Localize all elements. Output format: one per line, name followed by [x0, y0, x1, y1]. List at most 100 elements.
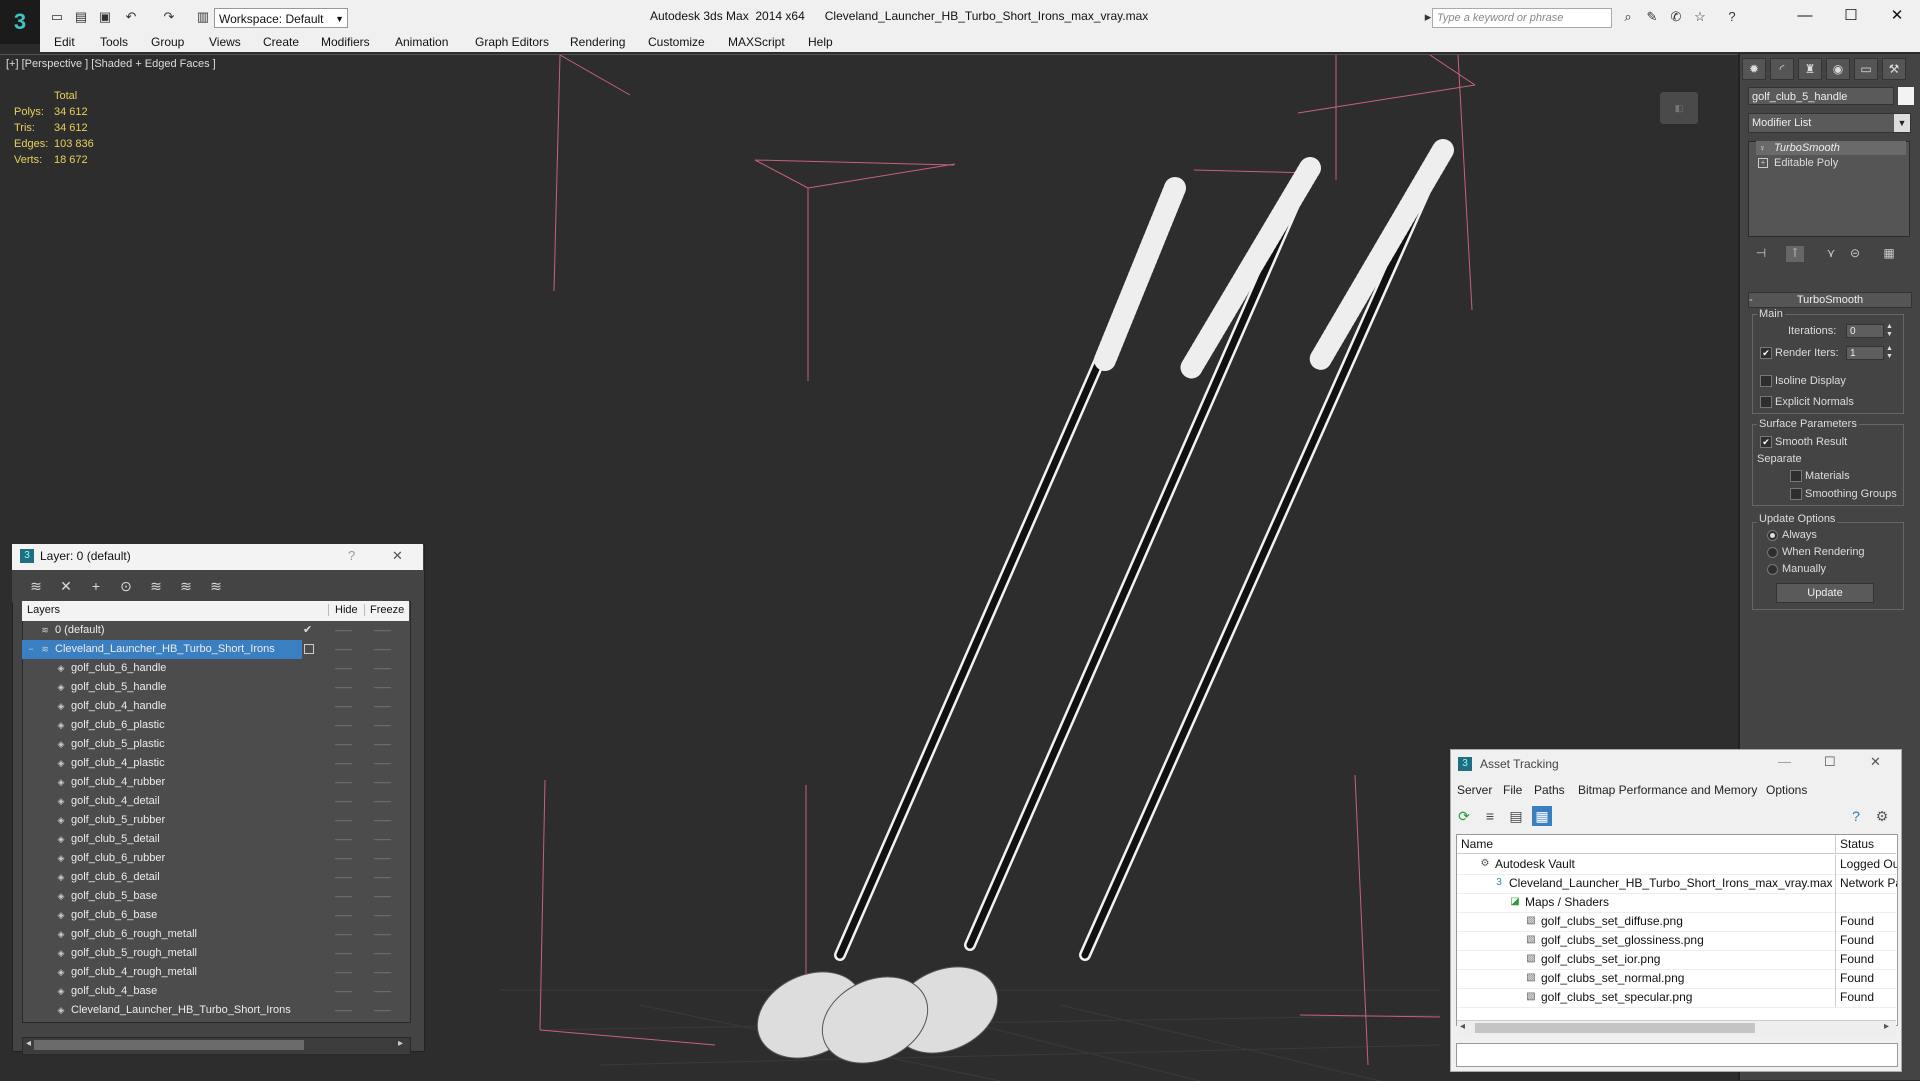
hide-toggle[interactable]: ––––: [335, 1001, 352, 1020]
make-current-box-icon[interactable]: [304, 644, 314, 654]
asset-menu-options[interactable]: Options: [1766, 783, 1807, 797]
freeze-toggle[interactable]: ––––: [374, 944, 391, 963]
iterations-spinner[interactable]: 0: [1846, 324, 1884, 338]
hide-toggle[interactable]: ––––: [335, 982, 352, 1001]
hide-toggle[interactable]: ––––: [335, 659, 352, 678]
asset-maximize-button[interactable]: ☐: [1824, 754, 1836, 770]
turbosmooth-rollout-header[interactable]: TurboSmooth: [1748, 292, 1912, 308]
modify-tab-icon[interactable]: ◜: [1770, 58, 1794, 80]
menu-graph-editors[interactable]: Graph Editors: [475, 35, 549, 49]
table-view-icon[interactable]: ▦: [1532, 806, 1552, 826]
asset-row[interactable]: ▧ golf_clubs_set_specular.png Found: [1457, 988, 1896, 1008]
layer-row[interactable]: ◈ golf_club_6_rough_metall –––– ––––: [22, 925, 409, 944]
freeze-toggle[interactable]: ––––: [374, 982, 391, 1001]
new-file-icon[interactable]: ▭: [48, 9, 66, 25]
create-layer-icon[interactable]: ≋: [26, 576, 46, 596]
layer-row[interactable]: ◈ golf_club_4_rubber –––– ––––: [22, 773, 409, 792]
menu-rendering[interactable]: Rendering: [570, 35, 625, 49]
freeze-toggle[interactable]: ––––: [374, 621, 391, 640]
list-view-icon[interactable]: ≡: [1480, 806, 1500, 826]
always-radio[interactable]: [1767, 530, 1778, 541]
highlight-selected-icon[interactable]: ≋: [146, 576, 166, 596]
scroll-right-icon[interactable]: ▸: [1884, 1021, 1889, 1032]
layer-row[interactable]: ◈ golf_club_6_rubber –––– ––––: [22, 849, 409, 868]
show-end-result-icon[interactable]: ⊺: [1786, 246, 1804, 262]
render-iters-spinner[interactable]: 1: [1846, 346, 1884, 360]
asset-scroll-thumb[interactable]: [1475, 1023, 1755, 1033]
layer-row[interactable]: ◈ golf_club_6_base –––– ––––: [22, 906, 409, 925]
maximize-button[interactable]: ☐: [1828, 2, 1874, 30]
freeze-toggle[interactable]: ––––: [374, 887, 391, 906]
display-tab-icon[interactable]: ▭: [1854, 58, 1878, 80]
name-column-header[interactable]: Name: [1461, 837, 1493, 851]
delete-layer-icon[interactable]: ✕: [56, 576, 76, 596]
layers-column-header[interactable]: Layers: [27, 604, 60, 616]
freeze-toggle[interactable]: ––––: [374, 868, 391, 887]
asset-minimize-button[interactable]: —: [1778, 754, 1791, 769]
hide-toggle[interactable]: ––––: [335, 621, 352, 640]
update-button[interactable]: Update: [1776, 583, 1874, 603]
lightbulb-icon[interactable]: ♀: [1759, 143, 1768, 153]
communication-icon[interactable]: ✆: [1666, 8, 1686, 26]
hide-toggle[interactable]: ––––: [335, 697, 352, 716]
freeze-toggle[interactable]: ––––: [374, 754, 391, 773]
freeze-toggle[interactable]: ––––: [374, 640, 391, 659]
app-logo-icon[interactable]: 3: [0, 0, 40, 44]
refresh-icon[interactable]: ⟳: [1454, 806, 1474, 826]
workspace-dropdown[interactable]: Workspace: Default ▼: [214, 8, 348, 28]
menu-modifiers[interactable]: Modifiers: [321, 35, 370, 49]
hide-toggle[interactable]: ––––: [335, 887, 352, 906]
layer-row[interactable]: ◈ golf_club_4_base –––– ––––: [22, 982, 409, 1001]
asset-row[interactable]: ⚙ Autodesk Vault Logged Out: [1457, 855, 1897, 875]
hide-toggle[interactable]: ––––: [335, 830, 352, 849]
layer-close-button[interactable]: ✕: [392, 548, 403, 564]
asset-menu-server[interactable]: Server: [1457, 783, 1492, 797]
menu-create[interactable]: Create: [263, 35, 299, 49]
layer-row[interactable]: ◈ golf_club_5_rough_metall –––– ––––: [22, 944, 409, 963]
viewport-label[interactable]: [+] [Perspective ] [Shaded + Edged Faces…: [6, 58, 216, 70]
layer-row[interactable]: ◈ golf_club_6_plastic –––– ––––: [22, 716, 409, 735]
freeze-toggle[interactable]: ––––: [374, 1001, 391, 1020]
layer-row[interactable]: ◈ golf_club_5_handle –––– ––––: [22, 678, 409, 697]
layer-row[interactable]: ◈ golf_club_4_plastic –––– ––––: [22, 754, 409, 773]
freeze-toggle[interactable]: ––––: [374, 716, 391, 735]
freeze-toggle[interactable]: ––––: [374, 659, 391, 678]
layer-row-selected[interactable]: − ≋ Cleveland_Launcher_HB_Turbo_Short_Ir…: [22, 640, 409, 659]
hide-column-header[interactable]: Hide: [328, 604, 358, 616]
freeze-toggle[interactable]: ––––: [374, 735, 391, 754]
layer-row[interactable]: ◈ golf_club_4_rough_metall –––– ––––: [22, 963, 409, 982]
smooth-result-checkbox[interactable]: ✔: [1760, 436, 1772, 448]
hide-toggle[interactable]: ––––: [335, 773, 352, 792]
add-to-layer-icon[interactable]: +: [86, 576, 106, 596]
minimize-button[interactable]: —: [1782, 2, 1828, 30]
stack-item-turbosmooth[interactable]: TurboSmooth: [1756, 141, 1906, 155]
scroll-left-icon[interactable]: ◂: [1460, 1021, 1465, 1032]
subscription-icon[interactable]: ✎: [1642, 8, 1662, 26]
make-unique-icon[interactable]: ⋎: [1822, 246, 1840, 262]
asset-row[interactable]: ▧ golf_clubs_set_diffuse.png Found: [1457, 912, 1896, 932]
freeze-toggle[interactable]: ––––: [374, 773, 391, 792]
layer-row[interactable]: ◈ golf_club_5_plastic –––– ––––: [22, 735, 409, 754]
when-rendering-radio[interactable]: [1767, 547, 1778, 558]
save-file-icon[interactable]: ▣: [96, 9, 114, 25]
hide-toggle[interactable]: ––––: [335, 754, 352, 773]
freeze-toggle[interactable]: ––––: [374, 792, 391, 811]
asset-row[interactable]: ▧ golf_clubs_set_ior.png Found: [1457, 950, 1896, 970]
collapse-minus-icon[interactable]: -: [1749, 294, 1753, 306]
layer-scroll-thumb[interactable]: [34, 1040, 304, 1050]
menu-views[interactable]: Views: [209, 35, 241, 49]
freeze-toggle[interactable]: ––––: [374, 697, 391, 716]
hide-toggle[interactable]: ––––: [335, 811, 352, 830]
remove-modifier-icon[interactable]: ⊝: [1846, 246, 1864, 262]
hide-toggle[interactable]: ––––: [335, 640, 352, 659]
hierarchy-tab-icon[interactable]: ♜: [1798, 58, 1822, 80]
layer-row[interactable]: ◈ golf_club_5_base –––– ––––: [22, 887, 409, 906]
hide-toggle[interactable]: ––––: [335, 906, 352, 925]
layer-row[interactable]: ◈ golf_club_4_detail –––– ––––: [22, 792, 409, 811]
hide-toggle[interactable]: ––––: [335, 792, 352, 811]
asset-close-button[interactable]: ✕: [1870, 754, 1881, 770]
hide-toggle[interactable]: ––––: [335, 944, 352, 963]
explicit-normals-checkbox[interactable]: [1760, 396, 1772, 408]
render-iters-checkbox[interactable]: ✔: [1760, 347, 1772, 359]
asset-row[interactable]: ▧ golf_clubs_set_normal.png Found: [1457, 969, 1896, 989]
